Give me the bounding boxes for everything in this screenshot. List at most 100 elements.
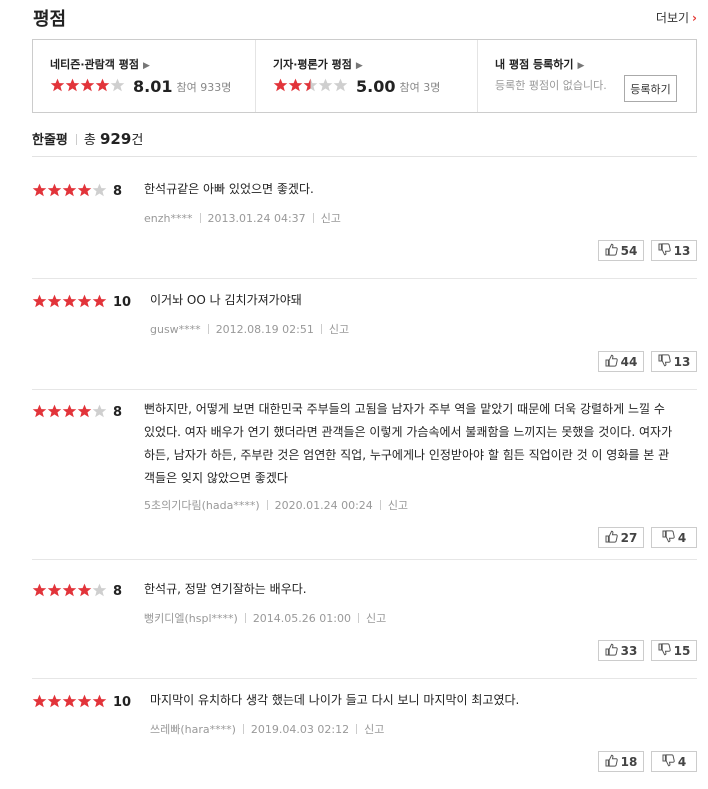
review-score: 8: [113, 184, 123, 199]
critic-rating-title: 기자·평론가 평점: [273, 58, 352, 71]
star-icon: [77, 404, 92, 418]
dislike-count: 4: [677, 530, 687, 545]
dislike-button[interactable]: 13: [651, 351, 697, 372]
star-icon: [333, 78, 348, 92]
more-link[interactable]: 더보기 ›: [656, 9, 697, 26]
like-button[interactable]: 27: [598, 527, 644, 548]
review-score: 8: [113, 405, 123, 420]
like-count: 54: [620, 243, 638, 258]
netizen-stars: [50, 78, 125, 95]
thumbs-down-icon: [662, 753, 678, 770]
star-icon: [92, 294, 107, 308]
dislike-button[interactable]: 13: [651, 240, 697, 261]
my-rating-title: 내 평점 등록하기: [495, 58, 574, 71]
star-icon: [77, 583, 92, 597]
register-rating-button[interactable]: 등록하기: [624, 75, 677, 102]
star-icon: [32, 694, 47, 708]
star-icon: [92, 583, 107, 597]
like-count: 33: [620, 643, 638, 658]
star-icon: [62, 404, 77, 418]
thumbs-up-icon: [605, 643, 621, 659]
star-icon: [47, 294, 62, 308]
like-button[interactable]: 33: [598, 640, 644, 661]
dislike-button[interactable]: 15: [651, 640, 697, 661]
divider: [312, 213, 314, 223]
like-button[interactable]: 44: [598, 351, 644, 372]
like-count: 44: [620, 354, 638, 369]
thumbs-up-icon: [605, 243, 621, 259]
review-meta: enzh**** 2013.01.24 04:37 신고: [144, 210, 341, 226]
netizen-rating: 네티즌·관람객 평점 ▶ 8.01 참여 933명: [33, 40, 255, 112]
star-icon: [32, 183, 47, 197]
review-user: gusw****: [150, 323, 201, 336]
dislike-button[interactable]: 4: [651, 527, 697, 548]
critic-participants: 참여 3명: [399, 80, 441, 94]
review-user: enzh****: [144, 212, 193, 225]
review-item: 8 한석규, 정말 연기잘하는 배우다. 뻥키디엘(hspl****) 2014.…: [32, 572, 697, 679]
report-link[interactable]: 신고: [388, 499, 408, 512]
review-text: 한석규, 정말 연기잘하는 배우다.: [144, 582, 307, 596]
star-icon: [62, 183, 77, 197]
report-link[interactable]: 신고: [321, 212, 341, 225]
review-date: 2014.05.26 01:00: [252, 612, 351, 625]
star-icon: [32, 294, 47, 308]
reviews-count-suffix: 건: [131, 133, 144, 148]
dislike-count: 4: [677, 754, 687, 769]
thumbs-down-icon: [658, 642, 674, 659]
netizen-rating-link[interactable]: 네티즌·관람객 평점 ▶: [50, 56, 255, 72]
review-item: 10 마지막이 유치하다 생각 했는데 나이가 들고 다시 보니 마지막이 최고…: [32, 683, 697, 789]
critic-stars: [273, 78, 348, 95]
review-text: 이거놔 OO 나 김치가져가야돼: [150, 293, 302, 307]
review-meta: 뻥키디엘(hspl****) 2014.05.26 01:00 신고: [144, 610, 386, 626]
like-count: 18: [620, 754, 638, 769]
triangle-right-icon: ▶: [355, 61, 363, 71]
star-icon: [77, 294, 92, 308]
divider: [356, 724, 358, 734]
star-icon: [288, 78, 303, 92]
star-icon: [32, 404, 47, 418]
star-icon: [92, 183, 107, 197]
report-link[interactable]: 신고: [366, 612, 386, 625]
star-icon: [62, 694, 77, 708]
review-score: 10: [113, 295, 132, 310]
netizen-participants: 참여 933명: [176, 80, 232, 94]
review-date: 2013.01.24 04:37: [207, 212, 306, 225]
review-user: 뻥키디엘(hspl****): [144, 612, 238, 625]
review-item: 10 이거놔 OO 나 김치가져가야돼 gusw**** 2012.08.19 0…: [32, 283, 697, 390]
dislike-count: 15: [673, 643, 691, 658]
star-icon: [110, 78, 125, 92]
divider: [199, 213, 201, 223]
review-text: 마지막이 유치하다 생각 했는데 나이가 들고 다시 보니 마지막이 최고였다.: [150, 693, 520, 707]
report-link[interactable]: 신고: [329, 323, 349, 336]
star-icon: [95, 78, 110, 92]
dislike-count: 13: [673, 243, 691, 258]
review-text: 한석규같은 아빠 있었으면 좋겠다.: [144, 182, 314, 196]
critic-rating-link[interactable]: 기자·평론가 평점 ▶: [273, 56, 477, 72]
my-rating-link[interactable]: 내 평점 등록하기 ▶: [495, 56, 696, 72]
star-icon: [92, 694, 107, 708]
review-date: 2012.08.19 02:51: [215, 323, 314, 336]
star-icon: [77, 183, 92, 197]
review-meta: 5초의기다림(hada****) 2020.01.24 00:24 신고: [144, 497, 408, 513]
review-date: 2019.04.03 02:12: [250, 723, 350, 736]
divider: [266, 500, 268, 510]
netizen-rating-title: 네티즌·관람객 평점: [50, 58, 139, 71]
like-button[interactable]: 54: [598, 240, 644, 261]
review-score: 10: [113, 695, 132, 710]
star-icon: [47, 694, 62, 708]
dislike-button[interactable]: 4: [651, 751, 697, 772]
like-button[interactable]: 18: [598, 751, 644, 772]
reviews-total-prefix: 총: [83, 133, 96, 148]
divider: [320, 324, 322, 334]
reviews-count: 929: [100, 130, 132, 148]
review-stars: [32, 583, 107, 600]
star-icon: [62, 583, 77, 597]
divider: [75, 134, 77, 145]
chevron-right-icon: ›: [692, 11, 697, 25]
divider: [244, 613, 246, 623]
critic-rating: 기자·평론가 평점 ▶ 5.00 참여 3명: [255, 40, 477, 112]
review-user: 쓰레빠(hara****): [150, 723, 236, 736]
my-rating-empty-text: 등록한 평점이 없습니다.: [495, 79, 607, 92]
netizen-score: 8.01: [133, 77, 173, 96]
report-link[interactable]: 신고: [364, 723, 384, 736]
